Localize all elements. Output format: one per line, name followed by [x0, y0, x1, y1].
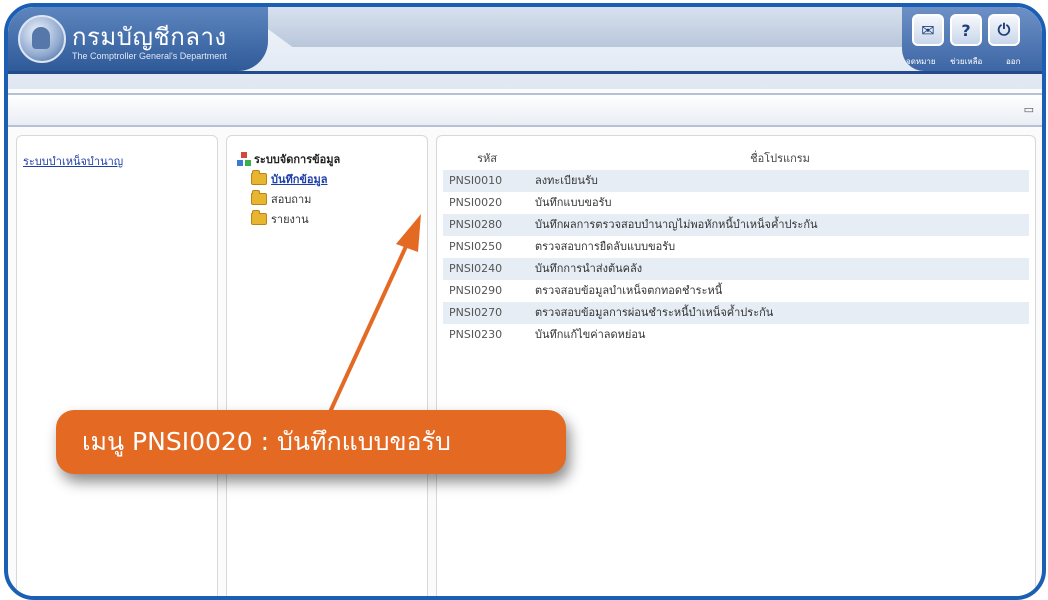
pension-system-link[interactable]: ระบบบำเหน็จบำนาญ	[23, 152, 123, 170]
row-code: PNSI0280	[449, 218, 503, 231]
table-row[interactable]: PNSI0230 บันทึกแก้ไขค่าลดหย่อน	[443, 324, 1029, 346]
app-subtitle: The Comptroller General's Department	[72, 51, 227, 61]
program-list-panel: รหัส ชื่อโปรแกรม PNSI0010 ลงทะเบียนรับ PN…	[436, 135, 1036, 596]
row-name: ลงทะเบียนรับ	[535, 174, 598, 187]
table-row[interactable]: PNSI0270 ตรวจสอบข้อมูลการผ่อนชำระหนี้บำเห…	[443, 302, 1029, 324]
left-panel: ระบบบำเหน็จบำนาญ	[16, 135, 218, 596]
tree-item-report[interactable]: รายงาน	[251, 210, 309, 228]
row-code: PNSI0250	[449, 240, 503, 253]
toolbar-icon[interactable]: ▭	[1024, 103, 1034, 116]
tree-item-label: บันทึกข้อมูล	[271, 173, 328, 186]
department-logo	[18, 15, 66, 63]
row-name: บันทึกแบบขอรับ	[535, 196, 612, 209]
row-code: PNSI0020	[449, 196, 503, 209]
row-name: บันทึกแก้ไขค่าลดหย่อน	[535, 328, 646, 341]
toolbar: ▭	[8, 93, 1042, 127]
folder-icon	[251, 190, 267, 205]
row-name: ตรวจสอบข้อมูลการผ่อนชำระหนี้บำเหน็จค้ำปร…	[535, 306, 774, 319]
header: กรมบัญชีกลาง The Comptroller General's D…	[8, 7, 1042, 89]
table-row[interactable]: PNSI0240 บันทึกการนำส่งต้นคลัง	[443, 258, 1029, 280]
exit-label[interactable]: ออก	[1006, 55, 1020, 68]
header-divider	[8, 71, 1042, 74]
mail-icon[interactable]: ✉	[912, 14, 944, 46]
row-name: ตรวจสอบข้อมูลบำเหน็จตกทอดชำระหนี้	[535, 284, 723, 297]
tree-root-label: ระบบจัดการข้อมูล	[254, 153, 341, 166]
table-row[interactable]: PNSI0290 ตรวจสอบข้อมูลบำเหน็จตกทอดชำระหนี…	[443, 280, 1029, 302]
app-frame: กรมบัญชีกลาง The Comptroller General's D…	[4, 3, 1046, 600]
callout-label: เมนู PNSI0020 : บันทึกแบบขอรับ	[56, 410, 566, 474]
folder-icon	[251, 210, 267, 225]
row-name: ตรวจสอบการยืดลับแบบขอรับ	[535, 240, 676, 253]
table-header: รหัส ชื่อโปรแกรม	[443, 148, 1029, 170]
table-row[interactable]: PNSI0020 บันทึกแบบขอรับ	[443, 192, 1029, 214]
row-code: PNSI0270	[449, 306, 503, 319]
column-code-header: รหัส	[477, 152, 497, 165]
help-icon[interactable]: ?	[950, 14, 982, 46]
table-row[interactable]: PNSI0280 บันทึกผลการตรวจสอบบำนาญไม่พอหักห…	[443, 214, 1029, 236]
tree-item-label: รายงาน	[271, 213, 309, 226]
program-table: PNSI0010 ลงทะเบียนรับ PNSI0020 บันทึกแบบขอ…	[443, 170, 1029, 346]
header-actions: ✉ ? ⏻ จดหมาย ช่วยเหลือ ออก	[902, 7, 1042, 71]
header-decor	[238, 7, 918, 47]
row-name: บันทึกการนำส่งต้นคลัง	[535, 262, 643, 275]
tree-root[interactable]: ระบบจัดการข้อมูล	[237, 150, 340, 168]
row-code: PNSI0010	[449, 174, 503, 187]
row-code: PNSI0230	[449, 328, 503, 341]
row-name: บันทึกผลการตรวจสอบบำนาญไม่พอหักหนี้บำเหน…	[535, 218, 818, 231]
help-label[interactable]: ช่วยเหลือ	[950, 55, 982, 68]
header-title-band: กรมบัญชีกลาง The Comptroller General's D…	[8, 7, 268, 71]
tree-item-inquiry[interactable]: สอบถาม	[251, 190, 311, 208]
table-row[interactable]: PNSI0010 ลงทะเบียนรับ	[443, 170, 1029, 192]
column-name-header: ชื่อโปรแกรม	[750, 152, 810, 165]
org-chart-icon	[237, 152, 251, 166]
exit-icon[interactable]: ⏻	[988, 14, 1020, 46]
tree-item-label: สอบถาม	[271, 193, 312, 206]
row-code: PNSI0290	[449, 284, 503, 297]
table-row[interactable]: PNSI0250 ตรวจสอบการยืดลับแบบขอรับ	[443, 236, 1029, 258]
mail-label[interactable]: จดหมาย	[906, 55, 936, 68]
folder-icon	[251, 170, 267, 185]
tree-item-record-data[interactable]: บันทึกข้อมูล	[251, 170, 328, 188]
row-code: PNSI0240	[449, 262, 503, 275]
menu-tree-panel: ระบบจัดการข้อมูล บันทึกข้อมูล สอบถาม ราย…	[226, 135, 428, 596]
